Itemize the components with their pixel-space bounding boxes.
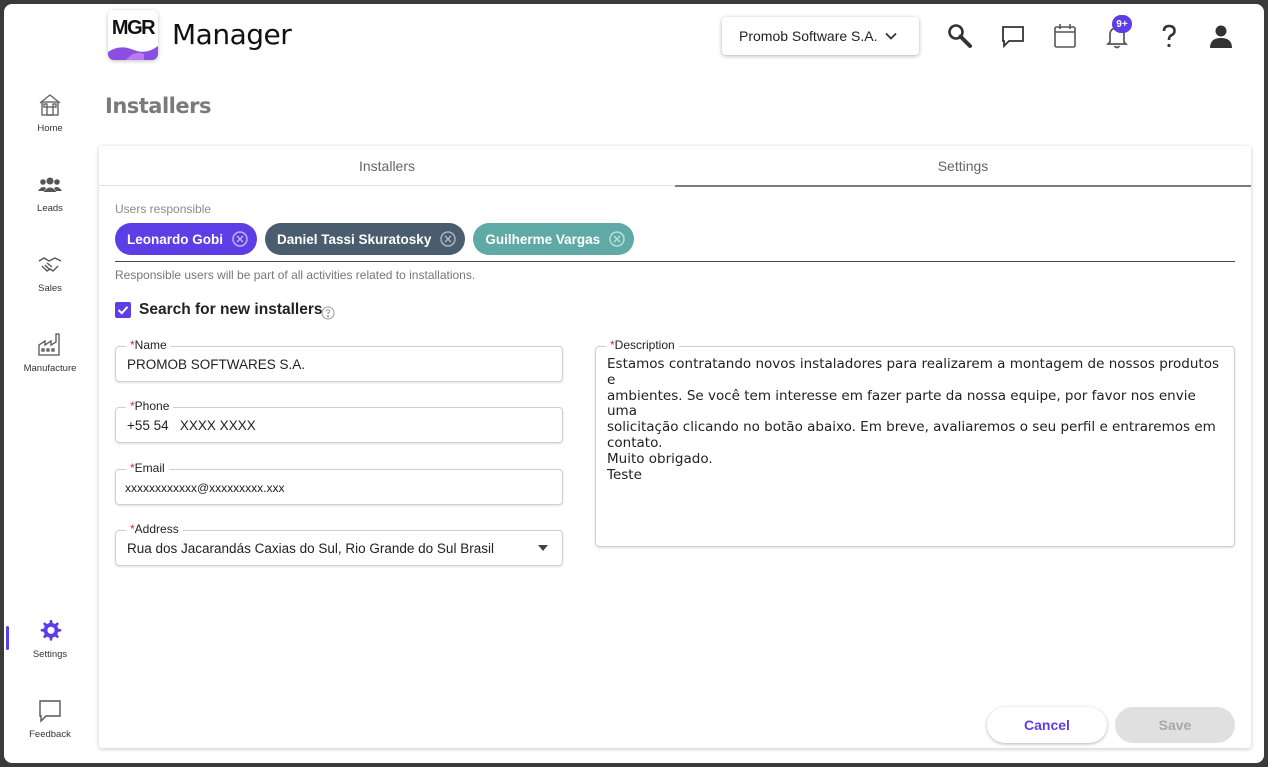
notification-badge: 9+ — [1112, 15, 1132, 33]
phone-field-label: *Phone — [126, 399, 174, 413]
gear-icon — [40, 620, 62, 641]
chat-icon — [1002, 26, 1024, 49]
description-field-label: *Description — [606, 338, 679, 352]
user-chip-label: Daniel Tassi Skuratosky — [277, 231, 432, 247]
app-window: Home Leads Sales Manufacture Settings Fe… — [4, 4, 1264, 763]
sidebar-item-leads[interactable]: Leads — [4, 172, 96, 228]
email-field[interactable]: *Email xxxxxxxxxxxx@xxxxxxxxx.xxx — [115, 461, 563, 505]
users-chip-list: Leonardo Gobi Daniel Tassi Skuratosky Gu… — [115, 223, 635, 255]
users-responsible-label: Users responsible — [115, 202, 212, 216]
tab-bar: Installers Settings — [99, 146, 1251, 187]
handshake-icon — [38, 257, 62, 272]
calendar-icon — [1054, 24, 1076, 48]
sidebar-item-settings[interactable]: Settings — [4, 618, 96, 674]
chevron-down-icon — [885, 32, 897, 40]
company-name: Promob Software S.A. — [739, 28, 878, 44]
sidebar-item-label: Leads — [37, 203, 63, 214]
sidebar-item-label: Home — [37, 123, 63, 134]
user-chip-label: Leonardo Gobi — [127, 231, 223, 247]
logo-swoosh-icon — [108, 46, 158, 60]
help-icon — [1162, 24, 1176, 48]
user-chip[interactable]: Leonardo Gobi — [115, 223, 257, 255]
help-button[interactable] — [1155, 22, 1183, 50]
search-icon — [948, 24, 972, 48]
cancel-button[interactable]: Cancel — [987, 707, 1107, 743]
page-title: Installers — [105, 94, 211, 118]
messages-button[interactable] — [999, 22, 1027, 50]
feedback-icon — [39, 700, 61, 723]
phone-field-value: +55 54 XXXX XXXX — [127, 418, 256, 433]
search-button[interactable] — [946, 22, 974, 50]
people-icon — [38, 177, 62, 192]
sidebar-item-label: Settings — [32, 649, 68, 660]
settings-card: Installers Settings Users responsible Le… — [99, 146, 1251, 748]
logo-text: MGR — [111, 17, 156, 39]
address-field-value: Rua dos Jacarandás Caxias do Sul, Rio Gr… — [127, 541, 494, 556]
name-field-label: *Name — [126, 338, 171, 352]
sidebar-item-home[interactable]: Home — [4, 92, 96, 148]
remove-chip-icon[interactable] — [608, 230, 626, 248]
name-field[interactable]: *Name PROMOB SOFTWARES S.A. — [115, 338, 563, 382]
sidebar-item-sales[interactable]: Sales — [4, 252, 96, 308]
tab-installers[interactable]: Installers — [99, 146, 675, 186]
address-select[interactable]: *Address Rua dos Jacarandás Caxias do Su… — [115, 522, 563, 566]
sidebar-item-label: Manufacture — [23, 363, 77, 374]
users-field-underline — [115, 261, 1235, 262]
sidebar: Home Leads Sales Manufacture Settings Fe… — [4, 4, 96, 763]
save-button[interactable]: Save — [1115, 707, 1235, 743]
user-chip[interactable]: Daniel Tassi Skuratosky — [265, 223, 466, 255]
users-hint-text: Responsible users will be part of all ac… — [115, 268, 476, 282]
remove-chip-icon[interactable] — [231, 230, 249, 248]
email-field-label: *Email — [126, 461, 169, 475]
help-circle-icon[interactable] — [321, 306, 335, 320]
name-field-value: PROMOB SOFTWARES S.A. — [127, 357, 306, 372]
description-textarea[interactable]: *Description Estamos contratando novos i… — [595, 338, 1235, 547]
sidebar-item-manufacture[interactable]: Manufacture — [4, 332, 96, 388]
user-chip[interactable]: Guilherme Vargas — [473, 223, 635, 255]
search-installers-label[interactable]: Search for new installers — [139, 301, 323, 319]
phone-field[interactable]: *Phone +55 54 XXXX XXXX — [115, 399, 563, 443]
user-chip-label: Guilherme Vargas — [485, 231, 601, 247]
dropdown-arrow-icon — [538, 545, 548, 551]
tab-settings[interactable]: Settings — [675, 146, 1251, 187]
company-selector[interactable]: Promob Software S.A. — [722, 17, 919, 55]
email-field-value: xxxxxxxxxxxx@xxxxxxxxx.xxx — [125, 481, 285, 495]
factory-icon — [38, 333, 60, 356]
address-field-label: *Address — [126, 522, 183, 536]
app-title: Manager — [172, 18, 292, 51]
description-value: Estamos contratando novos instaladores p… — [607, 356, 1219, 483]
user-profile-button[interactable] — [1207, 22, 1235, 50]
home-icon — [39, 94, 61, 116]
search-installers-checkbox[interactable] — [115, 302, 131, 318]
user-icon — [1210, 25, 1232, 48]
sidebar-item-label: Feedback — [29, 729, 71, 740]
sidebar-item-feedback[interactable]: Feedback — [4, 698, 96, 754]
calendar-button[interactable] — [1051, 22, 1079, 50]
remove-chip-icon[interactable] — [439, 230, 457, 248]
sidebar-item-label: Sales — [38, 283, 62, 294]
checkmark-icon — [117, 306, 129, 315]
app-logo[interactable]: MGR — [108, 10, 158, 60]
